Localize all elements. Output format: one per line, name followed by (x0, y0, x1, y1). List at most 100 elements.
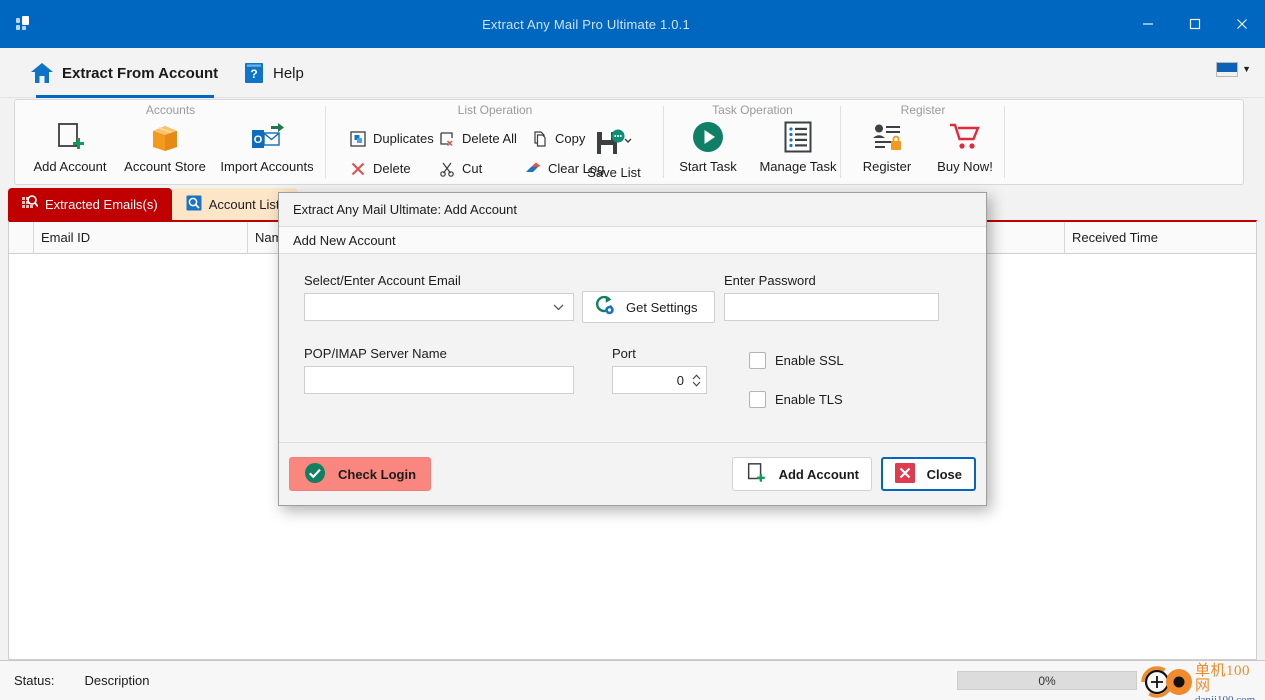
column-divider[interactable] (247, 222, 248, 254)
get-settings-button[interactable]: Get Settings (582, 291, 715, 323)
password-input[interactable] (724, 293, 939, 321)
duplicates-icon (349, 130, 366, 147)
watermark-en: danji100.com (1195, 694, 1256, 700)
enable-tls-checkbox[interactable] (749, 391, 766, 408)
ribbon-divider (1004, 106, 1005, 178)
dialog-body: Select/Enter Account Email Get Settings … (279, 254, 986, 442)
copy-icon (531, 130, 548, 147)
title-bar: Extract Any Mail Pro Ultimate 1.0.1 (0, 0, 1265, 48)
ribbon-button-duplicates-label: Duplicates (373, 131, 434, 146)
ribbon-button-delete-all-label: Delete All (462, 131, 517, 146)
ribbon-group-accounts-title: Accounts (145, 103, 196, 117)
email-combobox[interactable] (304, 293, 574, 321)
get-settings-label: Get Settings (626, 299, 698, 315)
add-account-dialog: Extract Any Mail Ultimate: Add Account A… (278, 192, 987, 506)
home-icon (30, 62, 54, 84)
enable-ssl-checkbox-row[interactable]: Enable SSL (749, 352, 844, 369)
close-button[interactable]: Close (880, 457, 976, 491)
svg-text:?: ? (250, 67, 257, 81)
status-label: Status: (14, 673, 55, 688)
chevron-down-icon (553, 304, 564, 310)
ribbon-group-list-operation: List Operation Duplicates Delete All Cop… (326, 100, 664, 184)
menu-item-help[interactable]: ? Help (243, 48, 304, 98)
status-description: Description (84, 673, 150, 688)
ribbon-button-import-accounts[interactable]: O Import Accounts (215, 120, 319, 174)
add-document-icon (745, 462, 767, 487)
enable-tls-checkbox-row[interactable]: Enable TLS (749, 391, 843, 408)
ribbon-toolbar: Accounts Add Account Account Store O Imp… (14, 99, 1244, 185)
dialog-subtitle: Add New Account (279, 227, 986, 254)
tab-extracted-emails[interactable]: Extracted Emails(s) (8, 188, 172, 220)
ribbon-button-buy-now[interactable]: Buy Now! (919, 120, 1011, 174)
svg-text:O: O (254, 134, 263, 146)
close-icon[interactable] (1218, 0, 1265, 48)
chevron-up-icon[interactable] (692, 373, 701, 380)
ribbon-button-cut[interactable]: Cut (438, 160, 482, 177)
minimize-icon[interactable] (1124, 0, 1171, 48)
column-divider[interactable] (1064, 222, 1065, 254)
watermark-logo-icon: 单机100网 danji100.com (1137, 662, 1261, 700)
ribbon-button-manage-task[interactable]: Manage Task (752, 120, 844, 174)
grid-search-icon (22, 194, 39, 214)
stepper-arrows[interactable] (690, 373, 706, 387)
ribbon-button-start-task[interactable]: Start Task (662, 120, 754, 174)
ribbon-button-account-store-label: Account Store (124, 159, 206, 174)
maximize-icon[interactable] (1171, 0, 1218, 48)
column-header-received-time[interactable]: Received Time (1072, 230, 1158, 245)
password-field-label: Enter Password (724, 273, 816, 288)
add-document-icon (54, 120, 86, 154)
play-circle-icon (692, 120, 724, 154)
ribbon-button-duplicates[interactable]: Duplicates (349, 130, 434, 147)
port-stepper[interactable]: 0 (612, 366, 707, 394)
delete-x-icon (349, 160, 366, 177)
language-picker[interactable]: ▼ (1216, 62, 1251, 77)
check-login-label: Check Login (338, 466, 417, 482)
ribbon-button-save-list[interactable]: Save List (579, 126, 649, 180)
ribbon-button-add-account[interactable]: Add Account (24, 120, 116, 174)
ribbon-button-buy-now-label: Buy Now! (937, 159, 993, 174)
server-input[interactable] (304, 366, 574, 394)
column-header-email-id[interactable]: Email ID (41, 230, 90, 245)
ribbon-button-delete-label: Delete (373, 161, 411, 176)
port-value: 0 (676, 372, 684, 388)
column-divider[interactable] (33, 222, 34, 254)
ribbon-button-account-store[interactable]: Account Store (119, 120, 211, 174)
menu-item-extract-from-account[interactable]: Extract From Account (30, 48, 218, 98)
menu-item-extract-label: Extract From Account (62, 64, 219, 82)
dialog-title: Extract Any Mail Ultimate: Add Account (279, 193, 986, 227)
app-logo-icon (0, 0, 48, 48)
tab-extracted-emails-label: Extracted Emails(s) (45, 196, 158, 212)
chevron-down-icon[interactable] (692, 381, 701, 387)
ribbon-button-copy[interactable]: Copy (531, 130, 585, 147)
scissors-icon (438, 160, 455, 177)
close-label: Close (926, 466, 962, 482)
ribbon-group-task-operation-title: Task Operation (712, 103, 793, 117)
refresh-settings-icon (595, 295, 616, 319)
ribbon-button-manage-task-label: Manage Task (759, 159, 837, 174)
port-field-label: Port (612, 346, 636, 361)
box-icon (149, 120, 181, 154)
shopping-cart-icon (949, 120, 981, 154)
enable-ssl-checkbox[interactable] (749, 352, 766, 369)
window-controls (1124, 0, 1265, 48)
email-field-label: Select/Enter Account Email (304, 273, 461, 288)
check-login-button[interactable]: Check Login (289, 457, 432, 491)
enable-ssl-label: Enable SSL (775, 353, 844, 368)
ribbon-button-delete[interactable]: Delete (349, 160, 411, 177)
menu-item-help-label: Help (273, 64, 304, 82)
application-window: Extract Any Mail Pro Ultimate 1.0.1 Extr… (0, 0, 1265, 700)
server-field-label: POP/IMAP Server Name (304, 346, 447, 361)
tab-account-list-label: Account List( (208, 196, 284, 212)
menu-bar: Extract From Account ? Help ▼ (0, 48, 1265, 98)
window-title: Extract Any Mail Pro Ultimate 1.0.1 (482, 16, 690, 32)
help-book-icon: ? (243, 61, 265, 85)
list-document-icon (783, 120, 813, 154)
flag-icon (1216, 62, 1239, 77)
register-lock-icon (871, 120, 903, 154)
ribbon-button-delete-all[interactable]: Delete All (438, 130, 517, 147)
ribbon-group-register: Register Register Buy Now! (841, 100, 1005, 184)
ribbon-button-add-account-label: Add Account (33, 159, 107, 174)
add-account-button[interactable]: Add Account (731, 457, 872, 491)
delete-all-icon (438, 130, 455, 147)
progress-bar: 0% (957, 671, 1137, 690)
